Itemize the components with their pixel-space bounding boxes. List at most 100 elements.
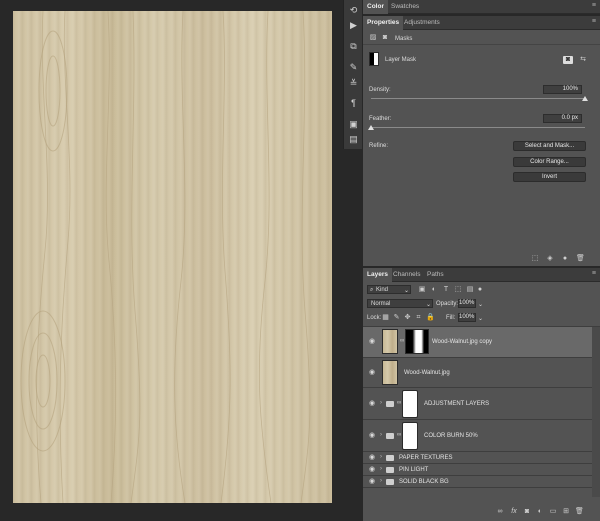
layer-name: PAPER TEXTURES xyxy=(399,455,453,461)
lock-all-icon[interactable]: 🔒 xyxy=(426,314,435,322)
eye-icon[interactable]: ◉ xyxy=(368,400,376,408)
eye-icon[interactable]: ◉ xyxy=(368,369,376,377)
color-panel-tabs: Color Swatches ≡ xyxy=(363,0,600,14)
layer-group-color-burn[interactable]: ◉ › ∞ COLOR BURN 50% xyxy=(363,420,592,452)
pixel-mask-icon[interactable]: ▨ xyxy=(369,34,377,42)
feather-field[interactable]: 0.0 px xyxy=(543,114,582,123)
select-and-mask-button[interactable]: Select and Mask... xyxy=(513,141,586,151)
image-panel-icon[interactable]: ▣ xyxy=(347,118,360,131)
tab-channels[interactable]: Channels xyxy=(389,268,424,282)
tab-layers[interactable]: Layers xyxy=(363,268,392,282)
chevron-right-icon[interactable]: › xyxy=(380,466,382,472)
chevron-down-icon[interactable]: ⌄ xyxy=(478,301,483,308)
chevron-right-icon[interactable]: › xyxy=(380,454,382,460)
masks-header: ▨ ◙ Masks xyxy=(363,31,600,45)
tab-swatches[interactable]: Swatches xyxy=(387,0,423,14)
chevron-right-icon[interactable]: › xyxy=(380,432,382,438)
tab-properties[interactable]: Properties xyxy=(363,16,404,30)
chevron-right-icon[interactable]: › xyxy=(380,400,382,406)
density-field[interactable]: 100% xyxy=(543,85,582,94)
filter-pixel-icon[interactable]: ▣ xyxy=(418,286,426,294)
chevron-right-icon[interactable]: › xyxy=(380,478,382,484)
layer-name: PIN LIGHT xyxy=(399,467,429,473)
fx-icon[interactable]: fx xyxy=(510,508,518,516)
eye-icon[interactable]: ◉ xyxy=(368,454,376,462)
adjust-icon[interactable]: ≚ xyxy=(347,77,360,90)
panel-menu-icon[interactable]: ≡ xyxy=(592,18,596,25)
layers-scrollbar[interactable] xyxy=(592,327,600,497)
color-range-button[interactable]: Color Range... xyxy=(513,157,586,167)
tab-adjustments[interactable]: Adjustments xyxy=(400,16,444,30)
layer-group-solid-black-bg[interactable]: ◉ › SOLID BLACK BG xyxy=(363,476,592,488)
layer-row-wood-copy[interactable]: ◉ ∞ Wood-Walnut.jpg copy xyxy=(363,327,592,358)
link-icon[interactable]: ∞ xyxy=(397,400,401,406)
select-vector-mask-icon[interactable]: ⇆ xyxy=(578,56,588,64)
fill-field[interactable]: 100% xyxy=(458,313,476,322)
visibility-icon[interactable]: ● xyxy=(561,255,569,263)
link-icon[interactable]: ∞ xyxy=(496,508,504,516)
filter-smart-object-icon[interactable]: ▤ xyxy=(466,286,474,294)
lock-artboard-icon[interactable]: ⌗ xyxy=(415,314,422,322)
layers-footer: ∞ fx ◙ ◐ ▭ ⊞ 🗑 xyxy=(363,504,600,521)
panel-menu-icon[interactable]: ≡ xyxy=(592,270,596,277)
chevron-down-icon[interactable]: ⌄ xyxy=(478,315,483,322)
right-dock: Color Swatches ≡ Properties Adjustments … xyxy=(363,0,600,521)
wood-texture-document[interactable] xyxy=(13,11,332,503)
eye-icon[interactable]: ◉ xyxy=(368,432,376,440)
brush-icon[interactable]: ✎ xyxy=(347,61,360,74)
filter-adjustment-icon[interactable]: ◐ xyxy=(430,286,438,294)
opacity-label: Opacity: xyxy=(436,301,459,307)
adjustment-icon[interactable]: ◐ xyxy=(536,508,544,516)
canvas-area[interactable] xyxy=(0,0,343,521)
link-icon[interactable]: ∞ xyxy=(400,338,404,344)
tab-color[interactable]: Color xyxy=(363,0,388,14)
paragraph-icon[interactable]: ¶ xyxy=(347,97,360,110)
vector-mask-icon[interactable]: ◙ xyxy=(381,34,389,42)
add-mask-icon[interactable]: ◙ xyxy=(523,508,531,516)
filter-toggle-icon[interactable]: ● xyxy=(477,286,483,294)
lock-label: Lock: xyxy=(367,315,382,321)
trash-icon[interactable]: 🗑 xyxy=(575,508,584,516)
eye-icon[interactable]: ◉ xyxy=(368,338,376,346)
tab-paths[interactable]: Paths xyxy=(423,268,448,282)
layer-row-wood[interactable]: ◉ Wood-Walnut.jpg xyxy=(363,358,592,388)
lock-transparent-icon[interactable]: ▦ xyxy=(382,314,389,322)
link-icon[interactable]: ∞ xyxy=(397,432,401,438)
mask-thumbnail xyxy=(369,52,379,66)
feather-slider[interactable] xyxy=(371,127,585,128)
eye-icon[interactable]: ◉ xyxy=(368,478,376,486)
density-slider[interactable] xyxy=(371,98,585,99)
new-group-icon[interactable]: ▭ xyxy=(549,508,557,516)
layer-group-pin-light[interactable]: ◉ › PIN LIGHT xyxy=(363,464,592,476)
chevron-down-icon: ⌄ xyxy=(404,288,410,294)
lock-position-icon[interactable]: ✥ xyxy=(404,314,411,322)
properties-panel: Properties Adjustments ≡ ▨ ◙ Masks Layer… xyxy=(363,16,600,266)
layer-name: Wood-Walnut.jpg xyxy=(404,370,450,376)
filter-shape-icon[interactable]: ⬚ xyxy=(454,286,462,294)
libraries-icon[interactable]: ⧉ xyxy=(347,40,360,53)
new-layer-icon[interactable]: ⊞ xyxy=(562,508,570,516)
select-pixel-mask-icon[interactable]: ◙ xyxy=(563,56,573,64)
load-selection-icon[interactable]: ⬚ xyxy=(531,255,539,263)
layer-filter-select[interactable]: ⌕ Kind ⌄ xyxy=(367,285,411,294)
trash-icon[interactable]: 🗑 xyxy=(576,255,585,263)
layer-mask-thumbnail[interactable] xyxy=(405,329,429,354)
density-slider-thumb[interactable] xyxy=(582,96,588,101)
play-icon[interactable]: ▶ xyxy=(347,19,360,32)
filter-type-icon[interactable]: T xyxy=(442,286,450,294)
group-mask-thumbnail[interactable] xyxy=(402,422,418,450)
layer-group-paper-textures[interactable]: ◉ › PAPER TEXTURES xyxy=(363,452,592,464)
panel-menu-icon[interactable]: ≡ xyxy=(592,2,596,9)
group-mask-thumbnail[interactable] xyxy=(402,390,418,418)
feather-slider-thumb[interactable] xyxy=(368,125,374,130)
history-icon[interactable]: ⟲ xyxy=(347,4,360,17)
apply-mask-icon[interactable]: ◈ xyxy=(546,255,554,263)
layer-group-adjustment[interactable]: ◉ › ∞ ADJUSTMENT LAYERS xyxy=(363,388,592,420)
opacity-field[interactable]: 100% xyxy=(458,299,476,308)
notes-icon[interactable]: ▤ xyxy=(347,133,360,146)
layers-list: ◉ ∞ Wood-Walnut.jpg copy ◉ Wood-Walnut.j… xyxy=(363,326,600,497)
invert-button[interactable]: Invert xyxy=(513,172,586,182)
lock-image-icon[interactable]: ✎ xyxy=(393,314,400,322)
eye-icon[interactable]: ◉ xyxy=(368,466,376,474)
blend-mode-select[interactable]: Normal ⌄ xyxy=(367,299,433,308)
